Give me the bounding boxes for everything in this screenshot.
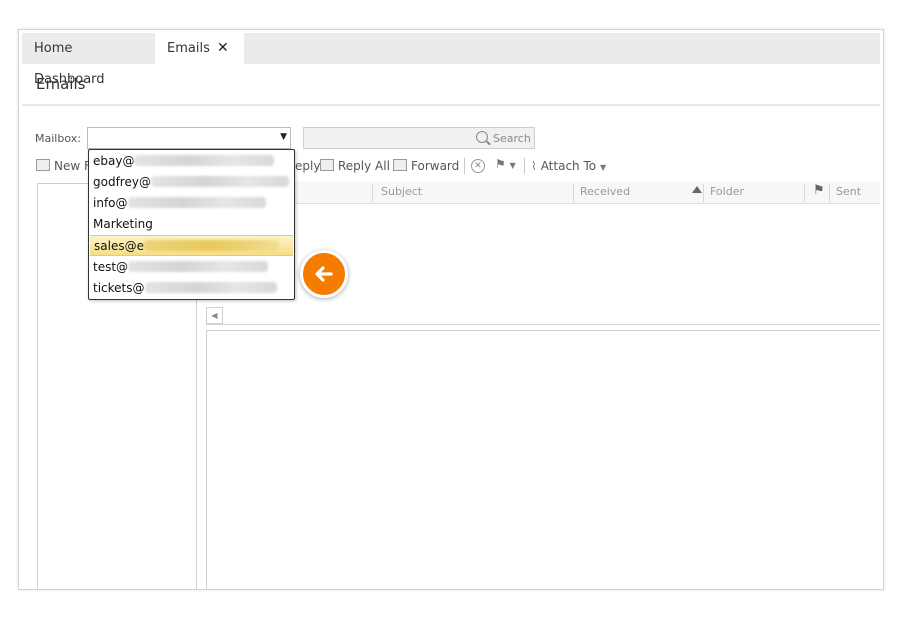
new-folder-label: New F [54, 159, 91, 173]
scrollbar-track[interactable] [206, 324, 880, 325]
redacted-text [128, 261, 269, 272]
mailbox-option[interactable]: test@ [89, 257, 294, 278]
attach-icon: ⌇ [531, 159, 537, 173]
mailbox-option[interactable]: Marketing [89, 214, 294, 235]
column-divider [573, 184, 574, 202]
mailbox-option-selected[interactable]: sales@e [90, 235, 293, 256]
email-grid-header: Subject Received Folder ⚑ Sent [203, 182, 880, 204]
redacted-text [134, 155, 275, 166]
search-icon[interactable] [476, 131, 488, 143]
new-folder-button[interactable]: New F [36, 158, 91, 174]
mailbox-label: Mailbox: [35, 132, 81, 145]
column-divider [372, 184, 373, 202]
redacted-text [143, 240, 279, 251]
reply-all-icon [320, 159, 334, 171]
option-label: sales@e [94, 239, 144, 253]
option-label: info@ [93, 196, 128, 210]
attach-to-button[interactable]: ⌇ Attach To ▼ [531, 158, 606, 174]
toolbar-divider [524, 158, 525, 174]
flag-icon: ⚑ [495, 157, 506, 171]
column-received[interactable]: Received [580, 185, 630, 198]
search-placeholder: Search [493, 132, 531, 145]
callout-pointer [300, 250, 348, 298]
sort-ascending-icon [692, 186, 702, 193]
page-title: Emails [36, 75, 86, 93]
reply-all-label: Reply All [338, 159, 390, 173]
redacted-text [127, 197, 266, 208]
forward-icon [393, 159, 407, 171]
redacted-text [144, 282, 277, 293]
mailbox-select[interactable]: ▼ [87, 127, 291, 149]
tab-emails-label: Emails [167, 41, 210, 56]
attach-to-label: Attach To [540, 159, 597, 173]
arrow-left-icon [315, 266, 333, 282]
caret-down-icon: ▼ [509, 161, 516, 170]
reply-label: eply [295, 159, 321, 173]
tab-emails[interactable]: Emails ✕ [155, 33, 244, 64]
mailbox-dropdown-list: ebay@ godfrey@ info@ Marketing sales@e t… [88, 149, 295, 300]
mailbox-option[interactable]: tickets@ [89, 278, 294, 299]
reading-pane [206, 330, 880, 589]
column-folder[interactable]: Folder [710, 185, 744, 198]
reply-all-button[interactable]: Reply All [320, 158, 390, 174]
mailbox-option[interactable]: godfrey@ [89, 172, 294, 193]
column-divider [829, 184, 830, 202]
toolbar-divider [464, 158, 465, 174]
delete-circle-icon[interactable]: ✕ [471, 159, 485, 173]
new-folder-icon [36, 159, 50, 171]
app-window: Home Dashboard Emails ✕ Emails Mailbox: … [18, 29, 884, 590]
search-input[interactable]: Search [303, 127, 535, 149]
column-subject[interactable]: Subject [381, 185, 422, 198]
forward-button[interactable]: Forward [393, 158, 459, 174]
tab-home-dashboard[interactable]: Home Dashboard [22, 33, 155, 87]
column-divider [804, 184, 805, 202]
column-divider [703, 184, 704, 202]
option-label: Marketing [93, 217, 153, 231]
reply-button[interactable]: eply [295, 158, 320, 174]
flag-button[interactable]: ⚑ ▼ [495, 157, 516, 171]
tab-bar: Home Dashboard Emails ✕ [22, 33, 880, 87]
option-label: tickets@ [93, 281, 145, 295]
option-label: test@ [93, 260, 129, 274]
mailbox-option[interactable]: ebay@ [89, 151, 294, 172]
divider [22, 104, 880, 106]
column-sent[interactable]: Sent [836, 185, 861, 198]
caret-down-icon[interactable]: ▼ [280, 132, 287, 142]
scroll-left-button[interactable]: ◀ [206, 307, 223, 324]
flag-column-icon[interactable]: ⚑ [813, 183, 825, 198]
mailbox-option[interactable]: info@ [89, 193, 294, 214]
caret-down-icon: ▼ [599, 163, 607, 172]
close-icon[interactable]: ✕ [217, 33, 229, 64]
option-label: ebay@ [93, 154, 135, 168]
forward-label: Forward [411, 159, 460, 173]
option-label: godfrey@ [93, 175, 151, 189]
redacted-text [150, 176, 289, 187]
